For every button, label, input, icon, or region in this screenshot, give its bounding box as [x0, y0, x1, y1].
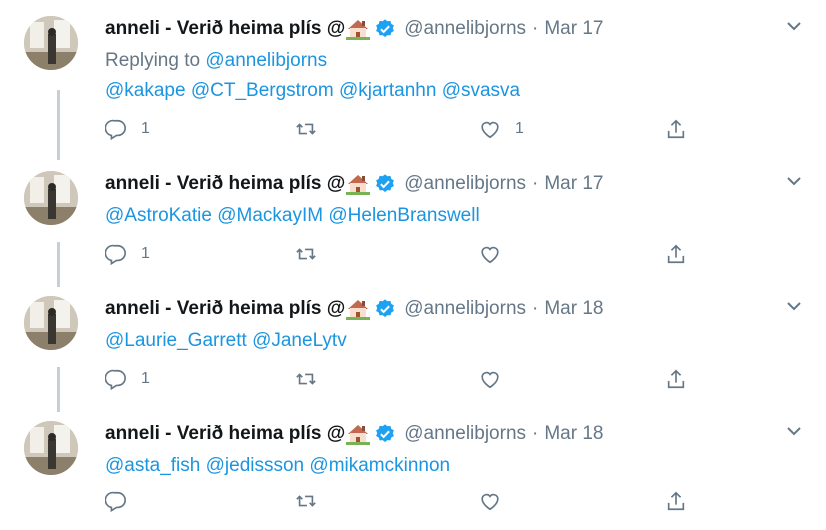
share-button[interactable] — [665, 368, 687, 390]
retweet-button[interactable] — [295, 490, 331, 512]
replying-to-line: Replying to @annelibjorns — [105, 50, 327, 72]
like-count: 1 — [515, 120, 524, 137]
retweet-button[interactable] — [295, 118, 331, 140]
mention-link[interactable]: @mikamckinnon — [309, 455, 450, 476]
tweet-actions: 1 1 — [105, 118, 705, 142]
display-name[interactable]: anneli - Verið heima plís @ — [105, 173, 345, 195]
like-icon — [481, 246, 499, 264]
verified-badge-icon — [376, 19, 395, 37]
retweet-button[interactable] — [295, 368, 331, 390]
like-button[interactable] — [479, 368, 515, 390]
like-icon — [481, 493, 499, 511]
reply-button[interactable] — [105, 490, 141, 512]
mention-link[interactable]: @CT_Bergstrom — [191, 80, 334, 101]
mention-link[interactable]: @HelenBranswell — [328, 205, 479, 226]
display-name[interactable]: anneli - Verið heima plís @ — [105, 423, 345, 445]
tweet-text: @Laurie_Garrett @JaneLytv — [105, 330, 347, 352]
chevron-down-icon[interactable] — [784, 16, 804, 36]
mention-link[interactable]: @JaneLytv — [252, 330, 347, 351]
tweet-header: anneli - Verið heima plís @ @annelibjorn… — [105, 298, 603, 320]
reply-icon — [105, 491, 126, 512]
user-handle[interactable]: @annelibjorns — [404, 173, 526, 195]
avatar[interactable] — [24, 421, 78, 475]
replying-to-mention[interactable]: @annelibjorns — [205, 50, 327, 71]
like-icon — [481, 371, 499, 389]
tweet[interactable]: anneli - Verið heima plís @ @annelibjorn… — [0, 290, 826, 415]
reply-count: 1 — [141, 120, 150, 137]
tweet-date[interactable]: Mar 18 — [544, 423, 603, 445]
tweet[interactable]: anneli - Verið heima plís @ @annelibjorn… — [0, 415, 826, 530]
replying-to-label: Replying to — [105, 50, 206, 71]
display-name[interactable]: anneli - Verið heima plís @ — [105, 298, 345, 320]
user-handle[interactable]: @annelibjorns — [404, 423, 526, 445]
share-button[interactable] — [665, 490, 687, 512]
share-icon — [667, 369, 685, 389]
tweet-header: anneli - Verið heima plís @ @annelibjorn… — [105, 18, 603, 40]
house-emoji-icon — [346, 20, 371, 40]
mention-link[interactable]: @Laurie_Garrett — [105, 330, 247, 351]
tweet[interactable]: anneli - Verið heima plís @ @annelibjorn… — [0, 165, 826, 290]
reply-button[interactable]: 1 — [105, 118, 150, 140]
chevron-down-icon[interactable] — [784, 171, 804, 191]
retweet-icon — [296, 248, 316, 260]
house-emoji-icon — [346, 175, 371, 195]
retweet-button[interactable] — [295, 243, 331, 265]
like-icon — [481, 121, 499, 139]
share-button[interactable] — [665, 118, 687, 140]
like-button[interactable]: 1 — [479, 118, 524, 140]
like-button[interactable] — [479, 490, 515, 512]
chevron-down-icon[interactable] — [784, 421, 804, 441]
avatar[interactable] — [24, 16, 78, 70]
share-icon — [667, 491, 685, 511]
share-icon — [667, 244, 685, 264]
chevron-down-icon[interactable] — [784, 296, 804, 316]
user-handle[interactable]: @annelibjorns — [404, 298, 526, 320]
house-emoji-icon — [346, 300, 371, 320]
mention-link[interactable]: @svasva — [442, 80, 520, 101]
tweet-actions: 1 — [105, 243, 705, 267]
mention-link[interactable]: @kakape — [105, 80, 186, 101]
mention-link[interactable]: @MackayIM — [217, 205, 323, 226]
reply-count: 1 — [141, 370, 150, 387]
tweet-header: anneli - Verið heima plís @ @annelibjorn… — [105, 423, 603, 445]
verified-badge-icon — [376, 424, 395, 442]
tweet-text: @kakape @CT_Bergstrom @kjartanhn @svasva — [105, 80, 520, 102]
avatar[interactable] — [24, 171, 78, 225]
separator-dot: · — [532, 18, 539, 39]
verified-badge-icon — [376, 174, 395, 192]
user-handle[interactable]: @annelibjorns — [404, 18, 526, 40]
house-emoji-icon — [346, 425, 371, 445]
tweet-actions: 1 — [105, 368, 705, 392]
share-button[interactable] — [665, 243, 687, 265]
separator-dot: · — [532, 173, 539, 194]
tweet-date[interactable]: Mar 18 — [544, 298, 603, 320]
retweet-icon — [296, 373, 316, 385]
retweet-icon — [296, 495, 316, 507]
tweet-actions — [105, 490, 705, 514]
mention-link[interactable]: @AstroKatie — [105, 205, 212, 226]
tweet-date[interactable]: Mar 17 — [544, 173, 603, 195]
reply-count: 1 — [141, 245, 150, 262]
mention-link[interactable]: @jedissson — [206, 455, 305, 476]
mention-link[interactable]: @asta_fish — [105, 455, 200, 476]
retweet-icon — [296, 123, 316, 135]
mention-link[interactable]: @kjartanhn — [339, 80, 436, 101]
reply-icon — [105, 119, 126, 140]
tweet[interactable]: anneli - Verið heima plís @ @annelibjorn… — [0, 0, 826, 165]
tweet-text: @asta_fish @jedissson @mikamckinnon — [105, 455, 450, 477]
reply-icon — [105, 369, 126, 390]
separator-dot: · — [532, 423, 539, 444]
share-icon — [667, 119, 685, 139]
avatar[interactable] — [24, 296, 78, 350]
like-button[interactable] — [479, 243, 515, 265]
tweet-text: @AstroKatie @MackayIM @HelenBranswell — [105, 205, 480, 227]
reply-icon — [105, 244, 126, 265]
tweet-date[interactable]: Mar 17 — [544, 18, 603, 40]
tweet-header: anneli - Verið heima plís @ @annelibjorn… — [105, 173, 603, 195]
reply-button[interactable]: 1 — [105, 243, 150, 265]
separator-dot: · — [532, 298, 539, 319]
verified-badge-icon — [376, 299, 395, 317]
reply-button[interactable]: 1 — [105, 368, 150, 390]
display-name[interactable]: anneli - Verið heima plís @ — [105, 18, 345, 40]
